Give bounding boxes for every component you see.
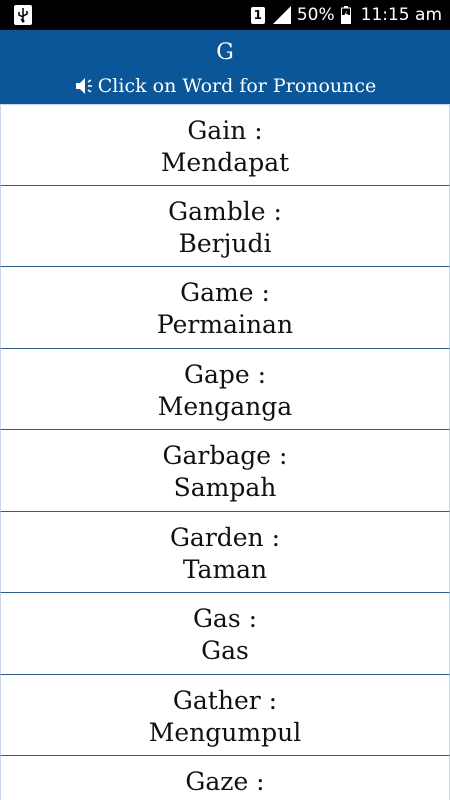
word-english: Gather : bbox=[172, 685, 278, 715]
word-translation: Permainan bbox=[156, 310, 294, 339]
list-item[interactable]: Gape : Menganga bbox=[0, 348, 450, 430]
sim-badge: 1 bbox=[250, 6, 265, 24]
list-item[interactable]: Game : Permainan bbox=[0, 267, 450, 349]
word-list: Gain : Mendapat Gamble : Berjudi Game : … bbox=[0, 104, 450, 800]
pronounce-hint: Click on Word for Pronounce bbox=[0, 74, 450, 98]
clock: 11:15 am bbox=[360, 5, 442, 25]
word-english: Gas : bbox=[192, 604, 258, 633]
page-title: G bbox=[216, 40, 234, 65]
list-item[interactable]: Gaze : bbox=[0, 756, 450, 800]
word-translation: Gas bbox=[201, 636, 249, 665]
word-translation: Mendapat bbox=[160, 148, 290, 177]
pronounce-hint-label: Click on Word for Pronounce bbox=[97, 75, 377, 97]
list-item[interactable]: Garbage : Sampah bbox=[0, 430, 450, 512]
usb-icon bbox=[14, 5, 32, 25]
word-english: Garden : bbox=[169, 522, 281, 552]
speaker-icon bbox=[75, 78, 92, 94]
word-english: Gaze : bbox=[185, 767, 265, 796]
app-header: G Click on Word for Pronounce bbox=[0, 30, 450, 104]
word-translation: Berjudi bbox=[178, 228, 272, 258]
word-translation: Mengumpul bbox=[148, 717, 302, 747]
status-bar: 1 50% 11:15 am bbox=[0, 0, 450, 30]
word-english: Gape : bbox=[183, 359, 267, 389]
list-item[interactable]: Gas : Gas bbox=[0, 593, 450, 675]
word-english: Game : bbox=[180, 278, 270, 307]
word-translation: Taman bbox=[182, 554, 268, 584]
word-english: Garbage : bbox=[162, 441, 288, 470]
list-item[interactable]: Gamble : Berjudi bbox=[0, 185, 450, 267]
word-translation: Menganga bbox=[157, 391, 293, 421]
word-english: Gain : bbox=[187, 116, 263, 145]
word-translation: Sampah bbox=[173, 473, 277, 502]
word-english: Gamble : bbox=[168, 196, 282, 226]
battery-icon bbox=[340, 6, 351, 24]
list-item[interactable]: Gain : Mendapat bbox=[0, 104, 450, 186]
signal-icon bbox=[272, 6, 291, 24]
battery-percent: 50% bbox=[296, 5, 335, 25]
list-item[interactable]: Gather : Mengumpul bbox=[0, 674, 450, 756]
list-item[interactable]: Garden : Taman bbox=[0, 511, 450, 593]
